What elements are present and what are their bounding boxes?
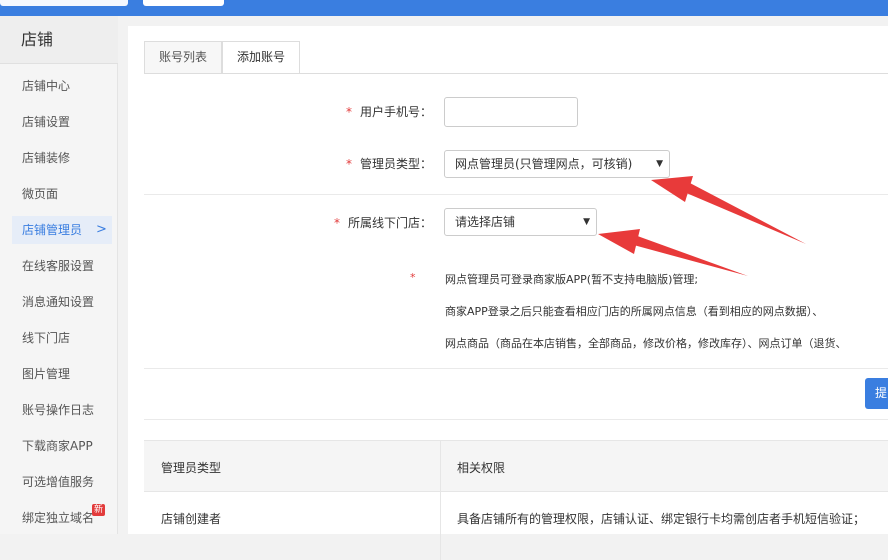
note-line-1: 网点管理员可登录商家版APP(暂不支持电脑版)管理;	[445, 273, 699, 286]
sidebar-item-store-decoration[interactable]: 店铺装修	[0, 140, 118, 176]
sidebar: 店铺 店铺中心 店铺设置 店铺装修 微页面 店铺管理员 > 在线客服设置 消息通知…	[0, 16, 118, 534]
sidebar-item-value-added-services[interactable]: 可选增值服务	[0, 464, 118, 500]
required-mark: *	[333, 216, 340, 230]
phone-input[interactable]	[444, 97, 578, 127]
store-select-value: 请选择店铺	[455, 215, 516, 229]
sidebar-item-micro-page[interactable]: 微页面	[0, 176, 118, 212]
required-mark: *	[345, 105, 352, 119]
note-line-3: 网点商品（商品在本店销售，全部商品，修改价格，修改库存）、网点订单（退货、	[445, 337, 847, 350]
admin-type-value: 网点管理员(只管理网点，可核销)	[455, 157, 633, 171]
chevron-right-icon: >	[96, 222, 107, 237]
header-permissions: 相关权限	[457, 461, 506, 475]
sidebar-item-image-management[interactable]: 图片管理	[0, 356, 118, 392]
sidebar-item-notifications[interactable]: 消息通知设置	[0, 284, 118, 320]
header-admin-type: 管理员类型	[161, 461, 222, 475]
table-header: 管理员类型 相关权限	[144, 440, 888, 492]
admin-type-label: * 管理员类型：	[345, 157, 432, 171]
row-permissions: 具备店铺所有的管理权限，店铺认证、绑定银行卡均需创店者手机短信验证；	[457, 512, 866, 526]
note-line-2: 商家APP登录之后只能查看相应门店的所属网点信息（看到相应的网点数据）、	[445, 305, 824, 318]
tab-divider	[144, 73, 888, 74]
divider	[144, 419, 888, 420]
sidebar-item-store-admins[interactable]: 店铺管理员 >	[0, 212, 118, 248]
store-label: * 所属线下门店：	[333, 216, 432, 230]
top-nav-tab[interactable]	[143, 0, 224, 6]
sidebar-item-account-logs[interactable]: 账号操作日志	[0, 392, 118, 428]
sidebar-item-store-settings[interactable]: 店铺设置	[0, 104, 118, 140]
top-nav-tab[interactable]	[0, 0, 128, 6]
submit-button[interactable]: 提	[865, 378, 888, 409]
sidebar-item-store-center[interactable]: 店铺中心	[0, 68, 118, 104]
sidebar-item-offline-stores[interactable]: 线下门店	[0, 320, 118, 356]
required-mark: *	[345, 157, 352, 171]
row-admin-type: 店铺创建者	[161, 512, 222, 526]
store-select[interactable]: 请选择店铺 ▼	[444, 208, 597, 236]
divider	[144, 368, 888, 369]
sidebar-item-online-service[interactable]: 在线客服设置	[0, 248, 118, 284]
caret-down-icon: ▼	[583, 217, 590, 227]
top-navigation-bar	[0, 0, 888, 16]
tab-bar: 账号列表 添加账号	[144, 41, 301, 74]
sidebar-item-bind-domain[interactable]: 绑定独立域名新	[0, 500, 118, 536]
admin-type-select[interactable]: 网点管理员(只管理网点，可核销) ▼	[444, 150, 670, 178]
column-divider	[440, 440, 441, 560]
note-required-mark: *	[410, 271, 416, 284]
sidebar-title: 店铺	[0, 16, 118, 64]
tab-account-list[interactable]: 账号列表	[144, 41, 223, 74]
tab-add-account[interactable]: 添加账号	[222, 41, 301, 74]
new-badge: 新	[92, 504, 106, 516]
divider	[144, 194, 888, 195]
caret-down-icon: ▼	[656, 159, 663, 169]
sidebar-menu: 店铺中心 店铺设置 店铺装修 微页面 店铺管理员 > 在线客服设置 消息通知设置 …	[0, 68, 118, 536]
main-content: 账号列表 添加账号 * 用户手机号： * 管理员类型： 网点管理员(只管理网点，可核…	[128, 26, 888, 560]
sidebar-item-download-app[interactable]: 下载商家APP	[0, 428, 118, 464]
phone-label: * 用户手机号：	[345, 105, 432, 119]
